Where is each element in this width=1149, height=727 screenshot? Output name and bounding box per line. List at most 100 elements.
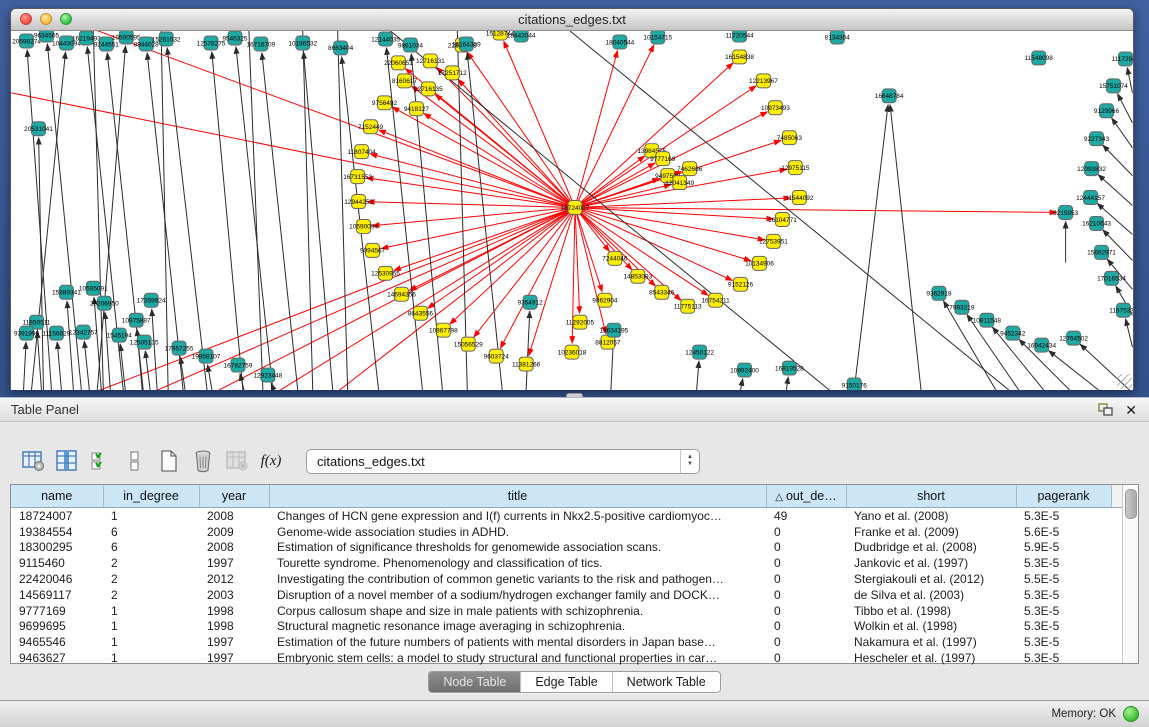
table-cell[interactable]: Tourette syndrome. Phenomenology and cla… [269,555,766,571]
graph-node[interactable]: 10867798 [429,323,458,337]
graph-node[interactable]: 17957255 [165,341,194,355]
table-cell[interactable]: 18724007 [11,508,103,524]
graph-node[interactable]: 10590094 [349,219,378,233]
table-cell[interactable]: 0 [766,603,846,619]
graph-node[interactable]: 8134304 [825,31,851,44]
table-cell[interactable]: 1 [103,634,199,650]
column-header-out_de[interactable]: △out_de… [766,485,846,508]
table-row[interactable]: 977716911998Corpus callosum shape and si… [11,603,1122,619]
graph-node[interactable]: 10975887 [122,313,151,327]
table-row[interactable]: 1872400712008Changes of HCN gene express… [11,508,1122,524]
graph-node[interactable]: 7152449 [358,120,384,134]
graph-node[interactable]: 9152126 [728,277,754,291]
table-cell[interactable]: 9115460 [11,555,103,571]
graph-node[interactable]: 10992400 [730,363,759,377]
network-window[interactable]: citations_edges.txt 18724007151287442286… [10,8,1134,390]
graph-node[interactable]: 11548098 [1025,51,1054,65]
zoom-window-button[interactable] [60,13,72,25]
graph-node[interactable]: 9354912 [518,295,544,309]
table-cell[interactable]: 1 [103,603,199,619]
column-header-name[interactable]: name [11,485,103,508]
delete-trash-button[interactable] [188,447,218,475]
graph-node[interactable]: 19958107 [192,349,221,363]
graph-node[interactable]: 12716135 [414,82,443,96]
graph-node[interactable]: 9129966 [1094,104,1120,118]
table-cell[interactable]: Estimation of the future numbers of pati… [269,634,766,650]
table-row[interactable]: 946362711997Embryonic stem cells: a mode… [11,650,1122,666]
graph-node[interactable]: 8215953 [1053,206,1079,220]
float-panel-icon[interactable] [1098,403,1113,416]
graph-node[interactable]: 8543346 [649,285,675,299]
delete-table-button-disabled[interactable] [222,447,252,475]
close-window-button[interactable] [20,13,32,25]
table-cell[interactable]: 2 [103,587,199,603]
graph-node[interactable]: 16648784 [875,89,904,103]
graph-node[interactable]: 11720544 [725,31,754,42]
table-cell[interactable]: 0 [766,524,846,540]
graph-node[interactable]: 9227343 [1084,132,1110,146]
table-cell[interactable]: 19384554 [11,524,103,540]
graph-node[interactable]: 12450122 [685,345,714,359]
graph-node[interactable]: 7485063 [777,131,803,145]
table-cell[interactable]: 9465546 [11,634,103,650]
table-cell[interactable]: Genome-wide association studies in ADHD. [269,524,766,540]
graph-node[interactable]: 16154838 [725,50,754,64]
table-settings-button[interactable] [18,447,48,475]
table-cell[interactable]: 5.9E-5 [1016,540,1111,556]
network-window-titlebar[interactable]: citations_edges.txt [11,9,1133,31]
network-canvas[interactable]: 1872400715128744228606581271613181606179… [11,31,1133,390]
table-cell[interactable]: 1998 [199,619,269,635]
graph-node[interactable]: 16210643 [1082,216,1111,230]
column-header-title[interactable]: title [269,485,766,508]
table-row[interactable]: 946554611997Estimation of the future num… [11,634,1122,650]
table-cell[interactable]: 2008 [199,508,269,524]
table-row[interactable]: 911546021997Tourette syndrome. Phenomeno… [11,555,1122,571]
graph-node[interactable]: 16782759 [224,358,253,372]
table-cell[interactable]: Wolkin et al. (1998) [846,619,1016,635]
table-cell[interactable]: 5.3E-5 [1016,603,1111,619]
graph-node[interactable]: 12975115 [781,161,810,175]
graph-node[interactable]: 18443044 [507,31,536,42]
graph-node[interactable]: 16819528 [775,361,804,375]
table-cell[interactable]: 5.3E-5 [1016,619,1111,635]
tab-edge-table[interactable]: Edge Table [521,672,612,692]
graph-node[interactable]: 10811548 [973,313,1002,327]
table-cell[interactable]: 2008 [199,540,269,556]
graph-node[interactable]: 15692971 [1087,245,1116,259]
graph-node[interactable]: 1545194 [107,328,133,342]
graph-node[interactable]: 11544092 [785,191,814,205]
table-cell[interactable]: 0 [766,540,846,556]
column-header-pagerank[interactable]: pagerank [1016,485,1111,508]
table-cell[interactable]: Nakamura et al. (1997) [846,634,1016,650]
table-cell[interactable]: Dudbridge et al. (2008) [846,540,1016,556]
new-table-button[interactable] [154,447,184,475]
graph-node[interactable]: 12093832 [1077,162,1106,176]
table-cell[interactable]: 0 [766,571,846,587]
table-cell[interactable]: 1997 [199,650,269,666]
table-row[interactable]: 1830029562008Estimation of significance … [11,540,1122,556]
minimize-window-button[interactable] [40,13,52,25]
table-cell[interactable]: 22420046 [11,571,103,587]
table-cell[interactable]: 9463627 [11,650,103,666]
table-cell[interactable]: de Silva et al. (2003) [846,587,1016,603]
graph-node[interactable]: 17251712 [438,66,467,80]
table-row[interactable]: 1938455462009Genome-wide association stu… [11,524,1122,540]
table-cell[interactable]: 5.5E-5 [1016,571,1111,587]
graph-node[interactable]: 17359924 [137,293,166,307]
table-cell[interactable]: 1997 [199,634,269,650]
graph-node[interactable]: 17016534 [1097,271,1126,285]
table-cell[interactable]: 1 [103,619,199,635]
table-cell[interactable]: Jankovic et al. (1997) [846,555,1016,571]
graph-node[interactable]: 11172944 [1112,52,1133,66]
graph-node[interactable]: 11381266 [512,357,541,371]
table-cell[interactable]: Tibbo et al. (1998) [846,603,1016,619]
table-scrollbar[interactable] [1122,485,1138,663]
graph-node[interactable]: 18040544 [605,35,634,49]
table-cell[interactable]: 2 [103,555,199,571]
table-cell[interactable]: 2 [103,571,199,587]
graph-node[interactable]: 16716709 [246,37,275,51]
table-cell[interactable]: 0 [766,634,846,650]
table-cell[interactable]: Investigating the contribution of common… [269,571,766,587]
column-header-in_degree[interactable]: in_degree [103,485,199,508]
table-cell[interactable]: Estimation of significance thresholds fo… [269,540,766,556]
